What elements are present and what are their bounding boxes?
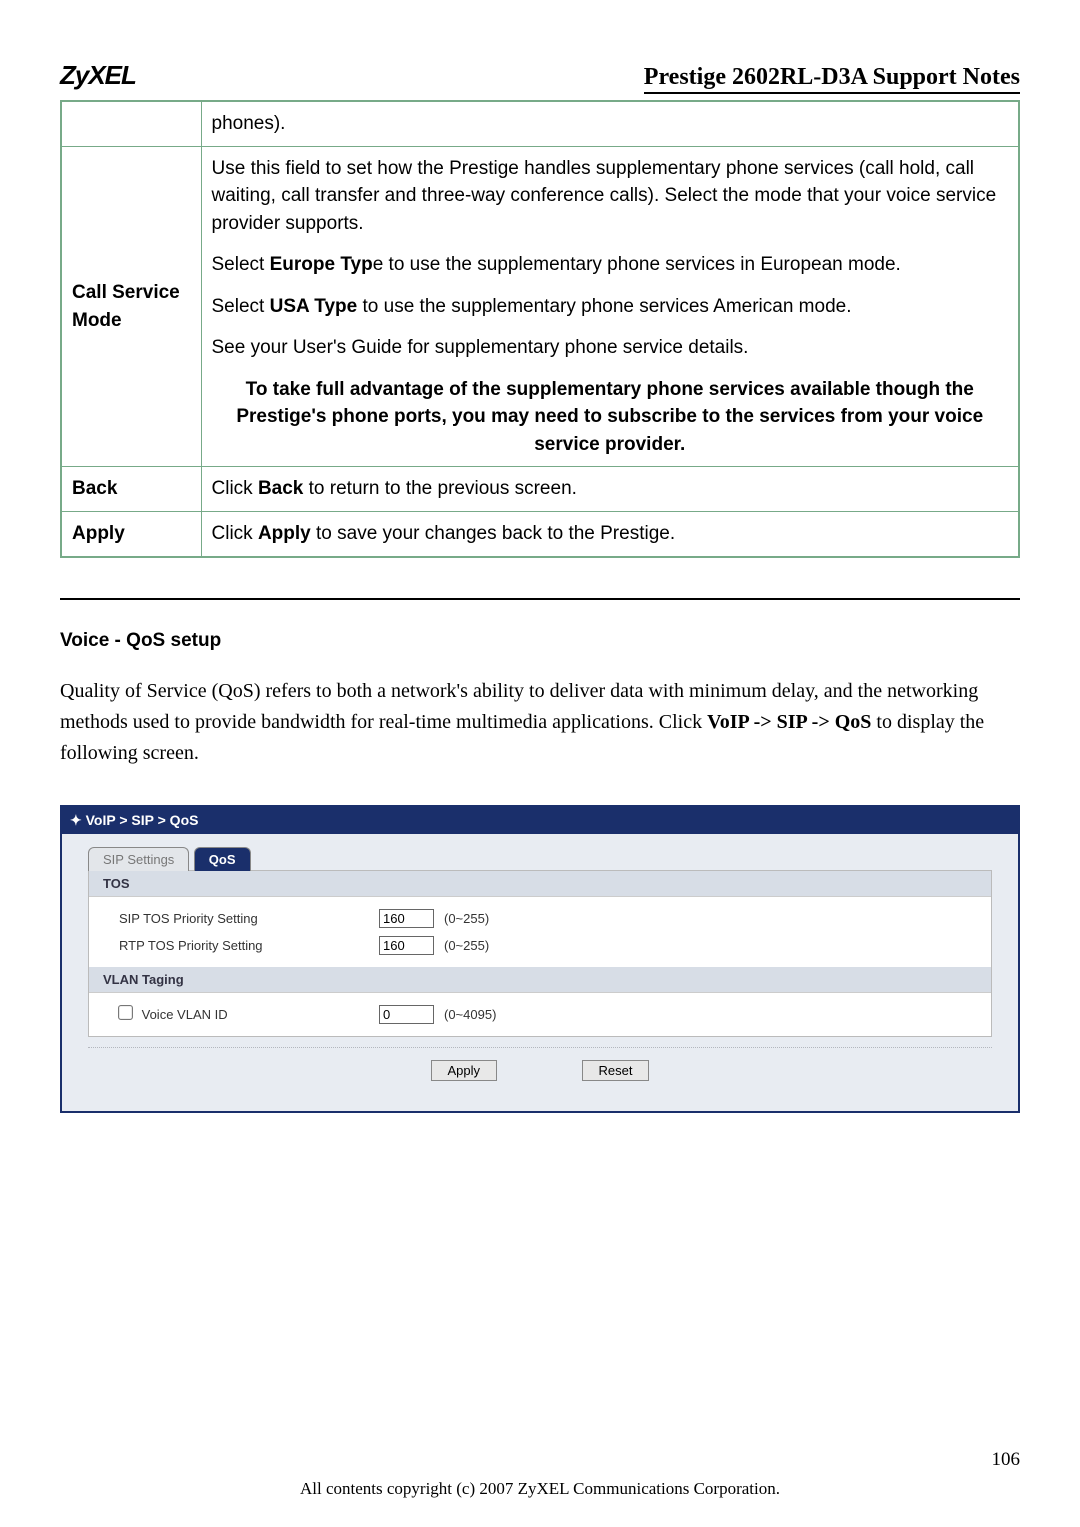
apply-button[interactable]: Apply [431, 1060, 498, 1081]
row2-desc: Click Back to return to the previous scr… [201, 467, 1019, 512]
rtp-tos-row: RTP TOS Priority Setting (0~255) [89, 932, 991, 959]
separator [60, 598, 1020, 600]
row0-desc: phones). [201, 101, 1019, 146]
rtp-tos-range: (0~255) [444, 938, 489, 953]
r1-p5: To take full advantage of the supplement… [212, 376, 1009, 459]
description-table: phones). Call Service Mode Use this fiel… [60, 100, 1020, 558]
vlan-label: Voice VLAN ID [142, 1007, 228, 1022]
r1-p4: See your User's Guide for supplementary … [212, 334, 1009, 362]
sip-tos-input[interactable] [379, 909, 434, 928]
vlan-range: (0~4095) [444, 1007, 496, 1022]
breadcrumb: ✦ VoIP > SIP > QoS [62, 807, 1018, 834]
qos-panel: TOS SIP TOS Priority Setting (0~255) RTP… [88, 870, 992, 1037]
rtp-tos-label: RTP TOS Priority Setting [119, 938, 379, 953]
vlan-input[interactable] [379, 1005, 434, 1024]
row1-label: Call Service Mode [61, 146, 201, 467]
button-row: Apply Reset [88, 1047, 992, 1095]
row3-desc: Click Apply to save your changes back to… [201, 512, 1019, 557]
sip-tos-row: SIP TOS Priority Setting (0~255) [89, 905, 991, 932]
section-paragraph: Quality of Service (QoS) refers to both … [60, 676, 1020, 769]
r1-p3: Select USA Type to use the supplementary… [212, 293, 1009, 321]
crumb-icon: ✦ [70, 812, 86, 828]
reset-button[interactable]: Reset [582, 1060, 650, 1081]
section-heading: Voice - QoS setup [60, 630, 1020, 652]
doc-title: Prestige 2602RL-D3A Support Notes [644, 64, 1020, 94]
sip-tos-label: SIP TOS Priority Setting [119, 911, 379, 926]
r1-p2: Select Europe Type to use the supplement… [212, 251, 1009, 279]
vlan-row: Voice VLAN ID (0~4095) [89, 1001, 991, 1028]
row3-label: Apply [61, 512, 201, 557]
page-number: 106 [992, 1449, 1021, 1471]
footer-copyright: All contents copyright (c) 2007 ZyXEL Co… [0, 1479, 1080, 1499]
rtp-tos-input[interactable] [379, 936, 434, 955]
row1-desc: Use this field to set how the Prestige h… [201, 146, 1019, 467]
row2-label: Back [61, 467, 201, 512]
vlan-checkbox[interactable] [118, 1005, 133, 1020]
vlan-bar: VLAN Taging [89, 967, 991, 993]
row0-label [61, 101, 201, 146]
qos-screenshot: ✦ VoIP > SIP > QoS SIP Settings QoS TOS … [60, 805, 1020, 1113]
logo: ZyXEL [60, 60, 136, 91]
tab-sip-settings[interactable]: SIP Settings [88, 847, 189, 871]
sip-tos-range: (0~255) [444, 911, 489, 926]
tos-bar: TOS [89, 871, 991, 897]
r1-p1: Use this field to set how the Prestige h… [212, 155, 1009, 238]
tab-qos[interactable]: QoS [194, 847, 251, 871]
tab-bar: SIP Settings QoS [62, 834, 1018, 870]
